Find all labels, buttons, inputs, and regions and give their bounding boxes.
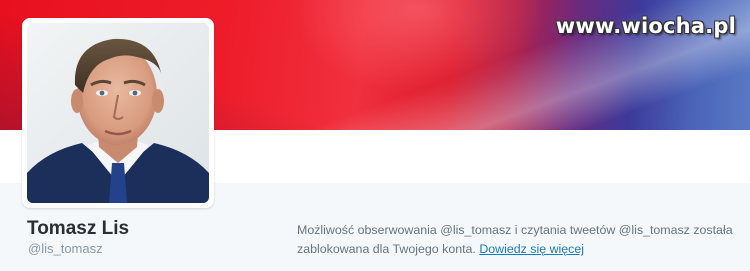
watermark-logo: www.wiocha.pl [555,14,736,38]
avatar-photo [27,23,209,203]
learn-more-link[interactable]: Dowiedz się więcej [479,242,584,256]
profile-handle: @lis_tomasz [28,241,103,256]
profile-avatar-frame[interactable] [22,18,214,208]
blocked-notice: Możliwość obserwowania @lis_tomasz i czy… [297,221,749,259]
profile-name: Tomasz Lis [27,218,130,239]
avatar[interactable] [27,23,209,203]
